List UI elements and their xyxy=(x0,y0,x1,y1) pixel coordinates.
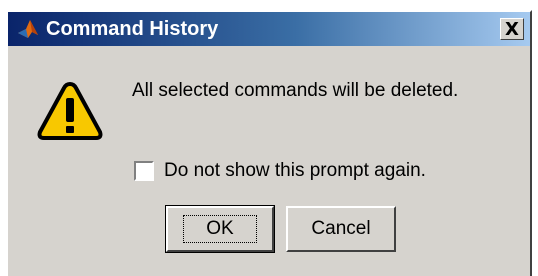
dont-show-again-label[interactable]: Do not show this prompt again. xyxy=(164,160,426,182)
window-title: Command History xyxy=(46,18,219,40)
ok-button[interactable]: OK xyxy=(165,205,275,253)
dialog-message: All selected commands will be deleted. xyxy=(132,80,459,101)
title-bar[interactable]: Command History X xyxy=(8,12,530,46)
warning-icon xyxy=(37,82,103,140)
cancel-button-label: Cancel xyxy=(311,218,371,239)
dont-show-again-checkbox[interactable] xyxy=(134,161,154,181)
close-icon: X xyxy=(505,18,519,40)
command-history-dialog: Command History X All selected commands … xyxy=(6,10,532,276)
matlab-logo-icon xyxy=(18,20,38,38)
close-button[interactable]: X xyxy=(500,18,524,40)
ok-button-label: OK xyxy=(183,215,257,243)
dont-show-again-row: Do not show this prompt again. xyxy=(134,160,426,182)
cancel-button[interactable]: Cancel xyxy=(286,206,396,252)
